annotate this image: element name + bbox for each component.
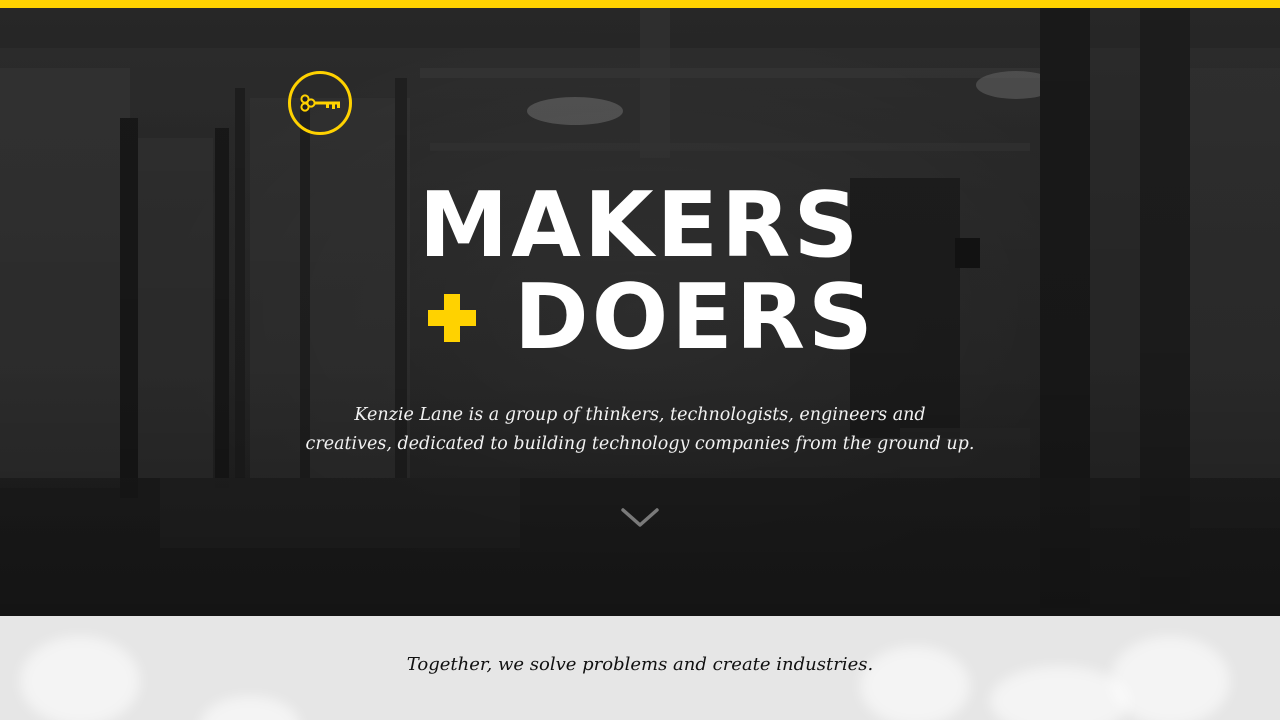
top-accent-bar <box>0 0 1280 8</box>
tagline-line-1: Kenzie Lane is a group of thinkers, tech… <box>354 405 926 425</box>
intro-text: Together, we solve problems and create i… <box>406 654 874 675</box>
hero-section: MAKERS DOERS Kenzie Lane is a group of t… <box>0 8 1280 616</box>
logo[interactable] <box>288 71 352 135</box>
background-cloud <box>200 696 300 720</box>
chevron-down-icon[interactable] <box>620 504 660 532</box>
headline-doers: DOERS <box>514 265 876 370</box>
hero-tagline: Kenzie Lane is a group of thinkers, tech… <box>300 401 980 459</box>
headline-makers: MAKERS <box>418 173 862 278</box>
intro-section: Together, we solve problems and create i… <box>0 616 1280 720</box>
plus-icon <box>428 294 476 342</box>
key-icon <box>300 94 340 112</box>
tagline-line-2: creatives, dedicated to building technol… <box>305 434 975 454</box>
background-cloud <box>20 636 140 720</box>
headline-line-two: DOERS <box>428 272 876 364</box>
